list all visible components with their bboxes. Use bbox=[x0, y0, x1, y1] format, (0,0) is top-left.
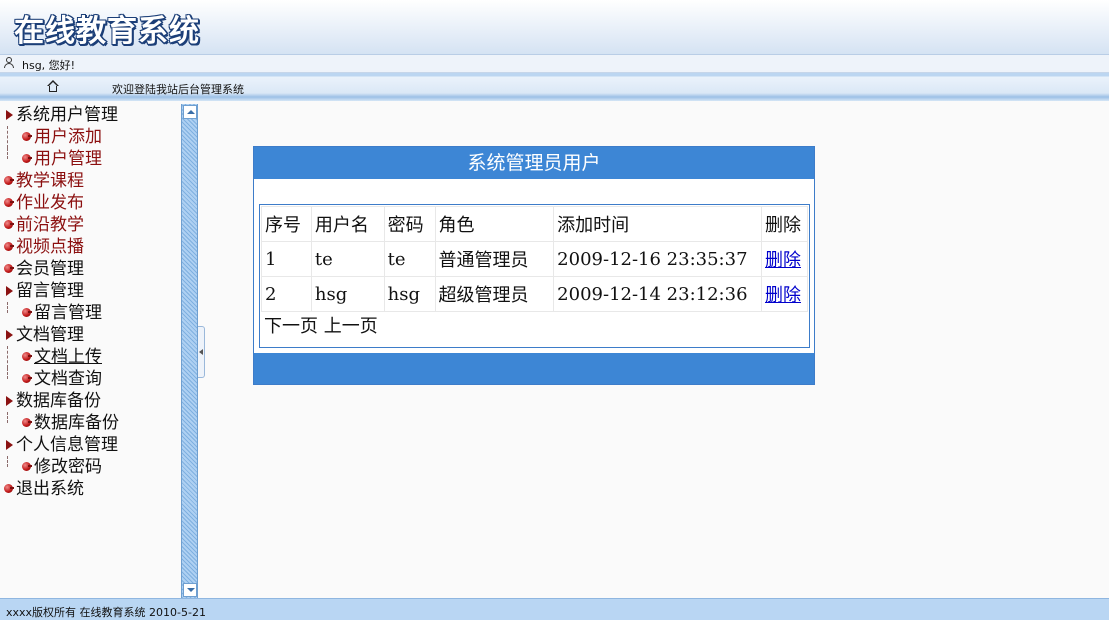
cell-delete: 删除 bbox=[761, 241, 808, 277]
bullet-icon bbox=[4, 484, 14, 493]
bullet-icon bbox=[22, 308, 32, 317]
sidebar-item-label: 用户添加 bbox=[34, 127, 102, 147]
home-icon[interactable] bbox=[46, 80, 60, 94]
app-title: 在线教育系统 bbox=[14, 14, 200, 49]
nav-bar: 欢迎登陆我站后台管理系统 bbox=[0, 73, 1109, 101]
sidebar-item-label: 数据库备份 bbox=[16, 391, 101, 411]
expand-arrow-icon bbox=[6, 286, 13, 296]
bullet-icon bbox=[4, 176, 14, 185]
column-header: 序号 bbox=[261, 206, 312, 242]
arrow-down-icon bbox=[187, 588, 195, 592]
sidebar-item-label: 留言管理 bbox=[34, 303, 102, 323]
scroll-down-button[interactable] bbox=[183, 583, 197, 597]
table-header-row: 序号 用户名 密码 角色 添加时间 删除 bbox=[261, 206, 808, 242]
cell-password: te bbox=[383, 241, 436, 277]
scroll-up-button[interactable] bbox=[183, 105, 197, 119]
sidebar-item-label: 用户管理 bbox=[34, 149, 102, 169]
column-header: 角色 bbox=[434, 206, 555, 242]
panel-title: 系统管理员用户 bbox=[254, 147, 814, 179]
cell-username: te bbox=[310, 241, 385, 277]
cell-role: 超级管理员 bbox=[434, 276, 555, 312]
delete-link[interactable]: 删除 bbox=[765, 250, 801, 271]
cell-username: hsg bbox=[310, 276, 385, 312]
sidebar-item-label: 文档查询 bbox=[34, 369, 102, 389]
column-header: 添加时间 bbox=[553, 206, 762, 242]
app-header: 在线教育系统 bbox=[0, 0, 1109, 55]
sidebar-item-label: 退出系统 bbox=[16, 479, 84, 499]
footer-text: xxxx版权所有 在线教育系统 2010-5-21 bbox=[6, 606, 206, 619]
greeting-text: hsg, 您好! bbox=[22, 59, 76, 72]
panel-footer bbox=[254, 353, 814, 384]
cell-id: 2 bbox=[261, 276, 312, 312]
arrow-up-icon bbox=[187, 110, 195, 114]
sidebar-scrollbar[interactable] bbox=[181, 104, 198, 598]
cell-added-time: 2009-12-16 23:35:37 bbox=[553, 241, 762, 277]
table-row: 1 te te 普通管理员 2009-12-16 23:35:37 删除 bbox=[261, 241, 808, 277]
user-icon bbox=[4, 57, 14, 69]
delete-link[interactable]: 删除 bbox=[765, 285, 801, 306]
expand-arrow-icon bbox=[6, 110, 13, 120]
sidebar-item-label: 修改密码 bbox=[34, 457, 102, 477]
table-row: 2 hsg hsg 超级管理员 2009-12-14 23:12:36 删除 bbox=[261, 276, 808, 312]
cell-id: 1 bbox=[261, 241, 312, 277]
column-header: 用户名 bbox=[310, 206, 385, 242]
greeting-bar: hsg, 您好! bbox=[0, 55, 1109, 73]
sidebar-item-label: 前沿教学 bbox=[16, 215, 84, 235]
sidebar-item-label: 系统用户管理 bbox=[16, 105, 118, 125]
page-footer: xxxx版权所有 在线教育系统 2010-5-21 bbox=[0, 598, 1109, 620]
sidebar-item-label: 作业发布 bbox=[16, 193, 84, 213]
bullet-icon bbox=[22, 462, 32, 471]
pager: 下一页 上一页 bbox=[264, 312, 378, 338]
bullet-icon bbox=[22, 352, 32, 361]
sidebar-collapse-handle[interactable] bbox=[198, 326, 205, 378]
bullet-icon bbox=[4, 220, 14, 229]
cell-role: 普通管理员 bbox=[434, 241, 555, 277]
column-header: 密码 bbox=[383, 206, 436, 242]
sidebar-item-label: 会员管理 bbox=[16, 259, 84, 279]
welcome-text: 欢迎登陆我站后台管理系统 bbox=[112, 83, 244, 96]
bullet-icon bbox=[4, 198, 14, 207]
bullet-icon bbox=[22, 132, 32, 141]
prev-page-link[interactable]: 上一页 bbox=[324, 316, 378, 337]
bullet-icon bbox=[22, 154, 32, 163]
sidebar-item-label: 留言管理 bbox=[16, 281, 84, 301]
collapse-left-icon bbox=[199, 349, 203, 355]
sidebar-item-label: 文档管理 bbox=[16, 325, 84, 345]
expand-arrow-icon bbox=[6, 440, 13, 450]
column-header: 删除 bbox=[761, 206, 808, 242]
expand-arrow-icon bbox=[6, 330, 13, 340]
users-table-box: 序号 用户名 密码 角色 添加时间 删除 1 te te 普通管理员 2009-… bbox=[259, 204, 810, 348]
bullet-icon bbox=[22, 418, 32, 427]
sidebar-item-label: 教学课程 bbox=[16, 171, 84, 191]
next-page-link[interactable]: 下一页 bbox=[264, 316, 318, 337]
sidebar-item-label: 文档上传 bbox=[34, 347, 102, 367]
cell-password: hsg bbox=[383, 276, 436, 312]
cell-delete: 删除 bbox=[761, 276, 808, 312]
cell-added-time: 2009-12-14 23:12:36 bbox=[553, 276, 762, 312]
bullet-icon bbox=[22, 374, 32, 383]
sidebar-item-label: 个人信息管理 bbox=[16, 435, 118, 455]
sidebar-menu: 系统用户管理 用户添加 用户管理 教学课程 作业发布 前沿教学 视频点播 会员管… bbox=[0, 104, 180, 598]
expand-arrow-icon bbox=[6, 396, 13, 406]
admin-users-panel: 系统管理员用户 序号 用户名 密码 角色 添加时间 删除 1 te te 普通管… bbox=[253, 146, 815, 385]
users-table: 序号 用户名 密码 角色 添加时间 删除 1 te te 普通管理员 2009-… bbox=[261, 206, 808, 312]
bullet-icon bbox=[4, 264, 14, 273]
sidebar-item-label: 视频点播 bbox=[16, 237, 84, 257]
sidebar-item-label: 数据库备份 bbox=[34, 413, 119, 433]
bullet-icon bbox=[4, 242, 14, 251]
